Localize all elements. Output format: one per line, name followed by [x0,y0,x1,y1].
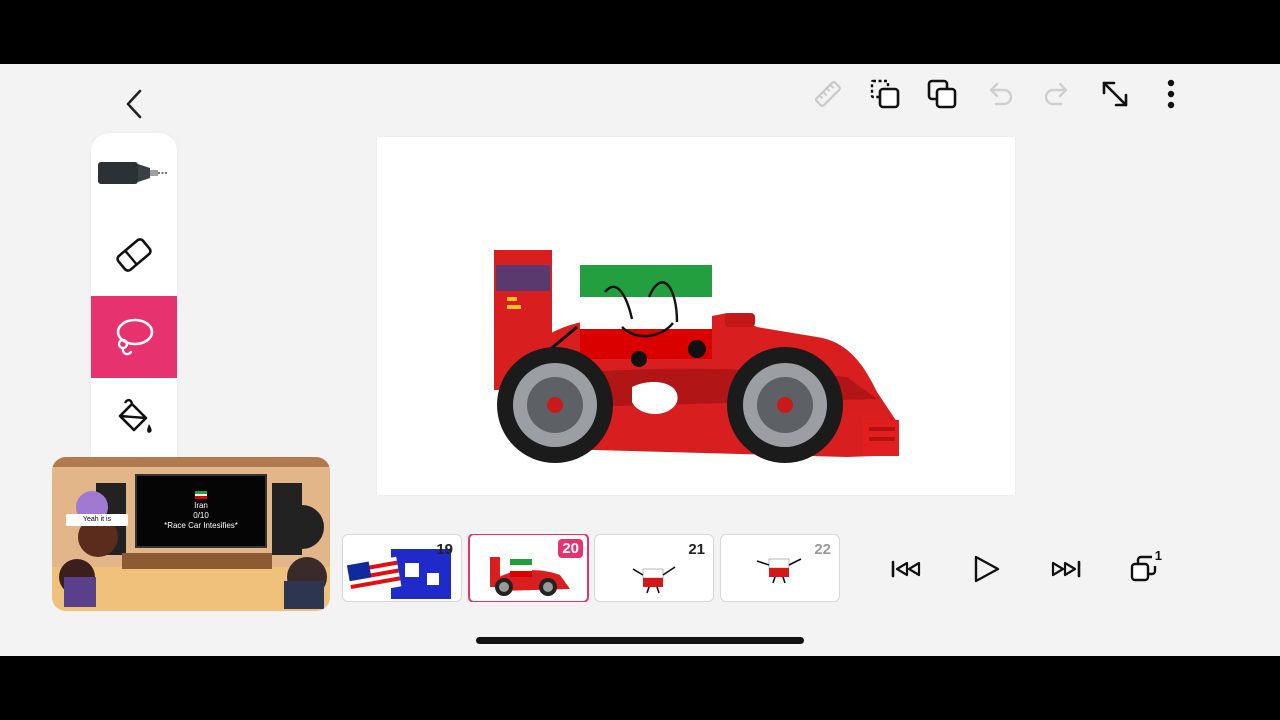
frame-thumbnail[interactable]: 19 [342,534,462,602]
iran-flag-icon [195,491,207,499]
back-button[interactable] [118,86,150,122]
race-car-drawing [494,250,899,463]
tv-title: Iran [194,501,208,510]
frame-number: 19 [436,541,453,558]
copy-layer-button[interactable] [866,75,904,113]
frame-number: 20 [558,539,583,558]
undo-icon [989,82,1013,106]
lasso-tool[interactable] [91,296,177,378]
frame-number: 22 [814,541,831,558]
front-wheel [727,347,843,463]
frame-thumbnail-selected[interactable]: 20 [468,534,589,602]
video-overlay: Iran 0/10 *Race Car Intesifies* Yeah it … [52,457,330,611]
duplicate-button[interactable] [923,75,961,113]
undo-button[interactable] [982,76,1018,112]
pen-tool[interactable] [91,133,177,213]
last-frame-button[interactable] [1046,552,1086,586]
eraser-tool[interactable] [91,215,177,295]
more-button[interactable] [1156,76,1186,112]
animation-app: 19 20 21 22 1 Iran 0/10 *Race Car Intesi… [0,64,1280,656]
chevron-left-icon [126,89,142,119]
copy-layer-icon [870,79,900,109]
layers-button[interactable]: 1 [1126,548,1166,588]
duplicate-icon [927,79,957,109]
drawing-canvas[interactable] [377,137,1015,495]
frame-number: 21 [688,541,705,558]
tv-rating: 0/10 [193,511,209,520]
speech-bubble: Yeah it is [66,514,128,526]
frame-timeline: 19 20 21 22 [338,534,843,602]
rear-wheel [497,347,613,463]
pen-icon [98,162,168,184]
expand-button[interactable] [1095,74,1135,114]
paint-bucket-icon [118,398,152,433]
tool-panel [91,133,177,473]
ruler-icon [815,81,841,107]
tv-caption: *Race Car Intesifies* [164,521,238,530]
ruler-button[interactable] [810,76,846,112]
skip-to-start-icon [891,560,921,578]
redo-button[interactable] [1039,76,1075,112]
eraser-icon [116,238,152,272]
more-icon [1167,79,1175,109]
redo-icon [1044,82,1068,106]
frame-thumbnail[interactable]: 21 [594,534,714,602]
first-frame-button[interactable] [886,552,926,586]
layers-count-badge: 1 [1154,548,1162,563]
frame-thumbnail[interactable]: 22 [720,534,840,602]
expand-icon [1102,81,1128,107]
tv-screen: Iran 0/10 *Race Car Intesifies* [135,474,267,548]
play-button[interactable] [966,550,1006,588]
home-indicator[interactable] [476,637,804,644]
lasso-icon [116,318,154,356]
fill-tool[interactable] [91,378,177,458]
skip-to-end-icon [1051,560,1081,578]
play-icon [974,555,1000,583]
